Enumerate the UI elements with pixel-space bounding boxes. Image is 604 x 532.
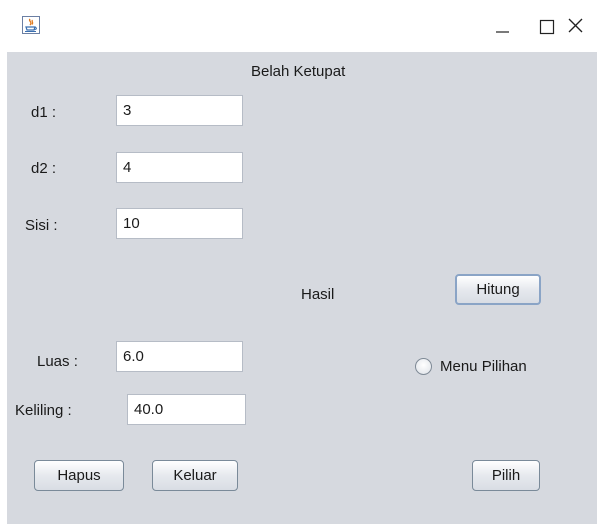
minimize-button[interactable] <box>481 8 525 44</box>
radio-circle-icon <box>415 358 432 375</box>
menu-pilihan-label: Menu Pilihan <box>440 358 527 375</box>
menu-pilihan-radio[interactable]: Menu Pilihan <box>415 358 527 375</box>
app-window: Belah Ketupat d1 : d2 : Sisi : Hasil Hit… <box>0 0 604 532</box>
form-heading: Belah Ketupat <box>251 63 346 80</box>
close-button[interactable] <box>559 8 603 44</box>
d1-label: d1 : <box>31 104 57 121</box>
hasil-label: Hasil <box>301 286 335 303</box>
hapus-button[interactable]: Hapus <box>34 460 124 491</box>
sisi-input[interactable] <box>116 208 243 239</box>
java-app-icon <box>22 16 40 34</box>
luas-output[interactable] <box>116 341 243 372</box>
form-panel: Belah Ketupat d1 : d2 : Sisi : Hasil Hit… <box>7 52 597 524</box>
keluar-button[interactable]: Keluar <box>152 460 238 491</box>
minimize-icon <box>481 31 525 48</box>
luas-label: Luas : <box>37 353 78 370</box>
d2-input[interactable] <box>116 152 243 183</box>
title-bar[interactable] <box>0 0 604 52</box>
sisi-label: Sisi : <box>25 217 58 234</box>
keliling-output[interactable] <box>127 394 246 425</box>
close-icon <box>559 18 603 48</box>
keliling-label: Keliling : <box>15 402 72 419</box>
d1-input[interactable] <box>116 95 243 126</box>
pilih-button[interactable]: Pilih <box>472 460 540 491</box>
d2-label: d2 : <box>31 160 57 177</box>
hitung-button[interactable]: Hitung <box>455 274 541 305</box>
